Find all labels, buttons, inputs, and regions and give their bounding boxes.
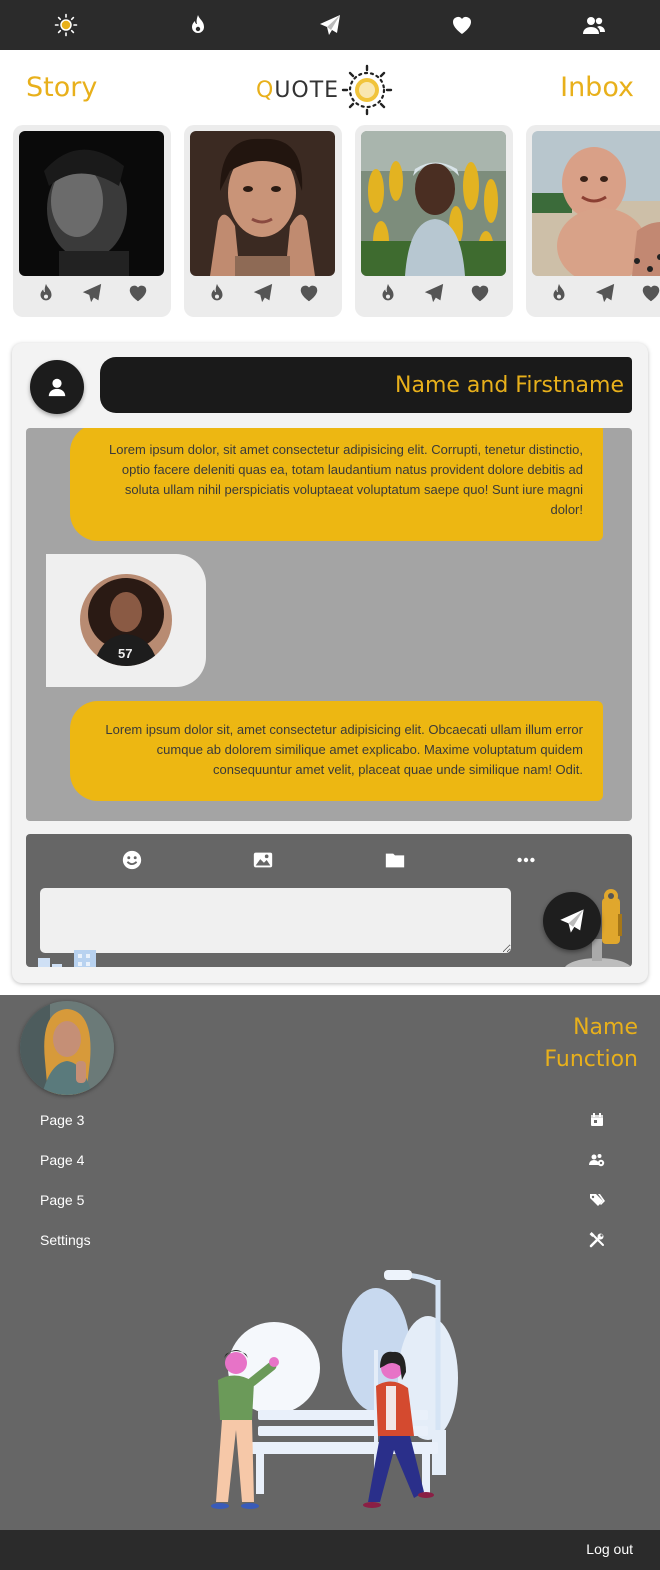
calendar-icon (591, 1113, 603, 1126)
story-actions (355, 280, 513, 306)
sidebar-item-label: Settings (40, 1232, 91, 1248)
flame-button[interactable] (204, 280, 230, 306)
story-link[interactable]: Story (26, 72, 97, 103)
heart-icon (642, 285, 660, 302)
contact-name: Name and Firstname (100, 357, 632, 413)
sidebar-item-page-5[interactable]: Page 5 (40, 1185, 605, 1215)
profile-sidebar: Name Function Page 3 Page 4 Page 5 Setti… (0, 995, 660, 1530)
message-composer (26, 834, 632, 967)
story-photo[interactable] (361, 131, 506, 276)
nav-friends-button[interactable] (564, 0, 624, 50)
story-card[interactable] (13, 125, 171, 317)
flame-button[interactable] (33, 280, 59, 306)
message-photo[interactable]: 57 (80, 574, 172, 666)
sun-logo-icon (341, 64, 393, 116)
image-button[interactable] (249, 846, 277, 874)
flame-icon (192, 15, 204, 33)
stories-strip (0, 125, 660, 320)
story-actions (13, 280, 171, 306)
paper-plane-icon (82, 283, 102, 303)
flame-icon (40, 283, 52, 301)
flame-icon (211, 283, 223, 301)
sidebar-item-label: Page 5 (40, 1192, 85, 1208)
sidebar-item-label: Page 4 (40, 1152, 85, 1168)
message-bubble: Lorem ipsum dolor sit, amet consectetur … (70, 701, 603, 801)
share-button[interactable] (421, 280, 447, 306)
like-button[interactable] (296, 280, 322, 306)
paper-plane-icon (320, 15, 340, 35)
message-list: Lorem ipsum dolor, sit amet consectetur … (26, 428, 632, 821)
tools-icon (589, 1232, 604, 1248)
folder-icon (385, 853, 404, 868)
sidebar-item-page-4[interactable]: Page 4 (40, 1145, 605, 1175)
svg-text:57: 57 (118, 646, 132, 661)
message-bubble: Lorem ipsum dolor, sit amet consectetur … (70, 428, 603, 541)
story-photo[interactable] (19, 131, 164, 276)
nav-flame-button[interactable] (168, 0, 228, 50)
top-navbar (0, 0, 660, 50)
logo-text: QUOTE (256, 77, 340, 103)
logout-button[interactable]: Log out (586, 1541, 633, 1557)
sidebar-item-page-3[interactable]: Page 3 (40, 1105, 605, 1135)
heart-icon (453, 16, 471, 34)
like-button[interactable] (125, 280, 151, 306)
send-button[interactable] (543, 892, 601, 950)
footer-bar: Log out (0, 1530, 660, 1570)
smile-icon (122, 850, 141, 870)
header: Story QUOTE Inbox (0, 60, 660, 120)
tags-icon (590, 1194, 605, 1206)
city-illustration (38, 950, 96, 967)
story-photo[interactable] (532, 131, 660, 276)
story-card[interactable] (184, 125, 342, 317)
nav-sun-button[interactable] (36, 0, 96, 50)
share-button[interactable] (250, 280, 276, 306)
paper-plane-icon (424, 283, 444, 303)
emoji-button[interactable] (118, 846, 146, 874)
nav-messages-button[interactable] (300, 0, 360, 50)
flame-icon (382, 283, 394, 301)
chat-panel: Name and Firstname Lorem ipsum dolor, si… (12, 343, 648, 983)
story-card[interactable] (526, 125, 660, 317)
park-illustration (211, 1270, 458, 1509)
users-cog-icon (589, 1154, 605, 1167)
inbox-link[interactable]: Inbox (560, 72, 634, 103)
heart-icon (129, 285, 147, 302)
message-input[interactable] (40, 888, 511, 953)
composer-toolbar (26, 846, 632, 874)
sun-icon (54, 13, 78, 37)
sidebar-item-settings[interactable]: Settings (40, 1225, 605, 1255)
story-photo[interactable] (190, 131, 335, 276)
paper-plane-icon (595, 283, 615, 303)
story-actions (526, 280, 660, 306)
heart-icon (471, 285, 489, 302)
flame-icon (553, 283, 565, 301)
like-button[interactable] (467, 280, 493, 306)
heart-icon (300, 285, 318, 302)
story-card[interactable] (355, 125, 513, 317)
user-icon (48, 378, 66, 397)
flame-button[interactable] (375, 280, 401, 306)
paper-plane-icon (560, 909, 584, 933)
paper-plane-icon (253, 283, 273, 303)
image-icon (254, 852, 273, 868)
story-actions (184, 280, 342, 306)
more-button[interactable] (512, 846, 540, 874)
share-button[interactable] (79, 280, 105, 306)
image-message[interactable]: 57 (46, 554, 206, 687)
like-button[interactable] (638, 280, 660, 306)
attach-file-button[interactable] (381, 846, 409, 874)
users-icon (583, 17, 605, 34)
profile-avatar[interactable] (20, 1001, 114, 1095)
share-button[interactable] (592, 280, 618, 306)
more-icon (517, 857, 535, 863)
contact-avatar[interactable] (30, 360, 84, 414)
nav-favorites-button[interactable] (432, 0, 492, 50)
sidebar-item-label: Page 3 (40, 1112, 85, 1128)
profile-function: Function (544, 1047, 638, 1072)
profile-name: Name (573, 1015, 638, 1040)
flame-button[interactable] (546, 280, 572, 306)
app-logo[interactable]: QUOTE (256, 64, 393, 116)
